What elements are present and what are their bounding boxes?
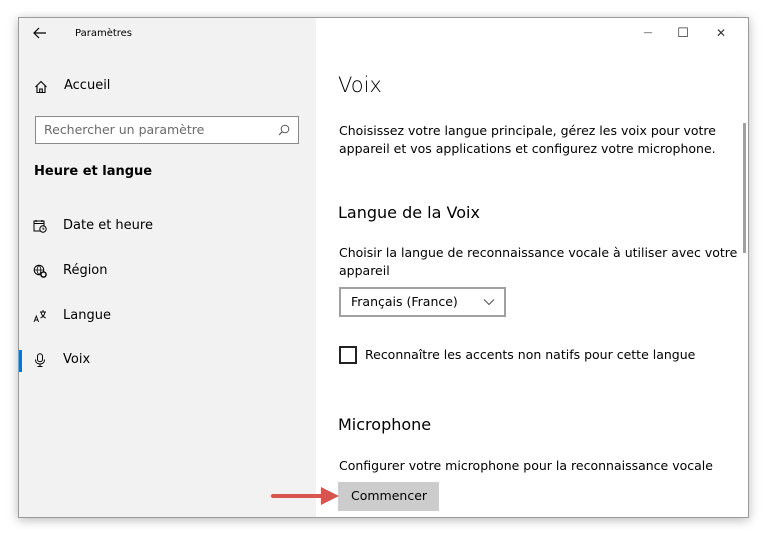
minimize-icon: —: [643, 28, 653, 38]
start-button-label: Commencer: [351, 488, 428, 503]
sidebar-item-label: Langue: [63, 308, 111, 323]
calendar-clock-icon: [33, 219, 47, 233]
microphone-icon: [33, 353, 47, 367]
close-button[interactable]: ✕: [706, 20, 736, 46]
checkbox-label[interactable]: Reconnaître les accents non natifs pour …: [365, 346, 695, 364]
microphone-heading: Microphone: [338, 415, 432, 434]
globe-gear-icon: [33, 264, 47, 278]
start-button[interactable]: Commencer: [338, 482, 439, 511]
voice-language-desc-2: appareil: [339, 263, 390, 278]
sidebar: Paramètres Accueil Rechercher un paramèt…: [19, 18, 316, 517]
sidebar-item-language[interactable]: Langue: [19, 297, 316, 337]
voice-language-desc-1: Choisir la langue de reconnaissance voca…: [339, 245, 738, 260]
sidebar-item-date-time[interactable]: Date et heure: [19, 207, 316, 247]
content-pane: — ☐ ✕ Voix Choisissez votre langue princ…: [316, 18, 748, 517]
sidebar-item-region[interactable]: Région: [19, 252, 316, 292]
window-title: Paramètres: [75, 28, 133, 39]
page-title: Voix: [338, 73, 382, 97]
close-icon: ✕: [715, 26, 727, 40]
dropdown-selected-value: Français (France): [351, 294, 458, 309]
sidebar-item-label: Région: [63, 263, 108, 278]
intro-line-2: appareil et vos applications et configur…: [339, 141, 716, 156]
chevron-down-icon: [483, 298, 495, 306]
microphone-desc: Configurer votre microphone pour la reco…: [339, 458, 713, 473]
voice-language-heading: Langue de la Voix: [338, 203, 480, 222]
active-indicator: [19, 350, 22, 372]
sidebar-item-label: Date et heure: [63, 218, 153, 233]
back-arrow-icon[interactable]: [33, 27, 47, 39]
speech-language-dropdown[interactable]: Français (France): [339, 287, 506, 317]
language-icon: [33, 309, 47, 323]
scrollbar-thumb[interactable]: [743, 123, 746, 253]
search-icon[interactable]: [278, 124, 290, 136]
section-title: Heure et langue: [34, 164, 153, 179]
search-input[interactable]: Rechercher un paramètre: [44, 122, 204, 137]
settings-window: Paramètres Accueil Rechercher un paramèt…: [18, 17, 749, 518]
home-label: Accueil: [64, 78, 111, 93]
search-field[interactable]: Rechercher un paramètre: [35, 116, 299, 144]
maximize-icon: ☐: [677, 25, 689, 41]
home-nav-item[interactable]: Accueil: [19, 73, 316, 103]
sidebar-item-label: Voix: [63, 352, 91, 367]
maximize-button[interactable]: ☐: [668, 20, 698, 46]
minimize-button[interactable]: —: [633, 20, 663, 46]
non-native-accents-checkbox[interactable]: [339, 346, 357, 364]
sidebar-item-voice[interactable]: Voix: [19, 341, 316, 381]
annotation-arrow-icon: [271, 487, 339, 505]
home-icon: [34, 80, 48, 94]
intro-line-1: Choisissez votre langue principale, gére…: [339, 123, 716, 138]
